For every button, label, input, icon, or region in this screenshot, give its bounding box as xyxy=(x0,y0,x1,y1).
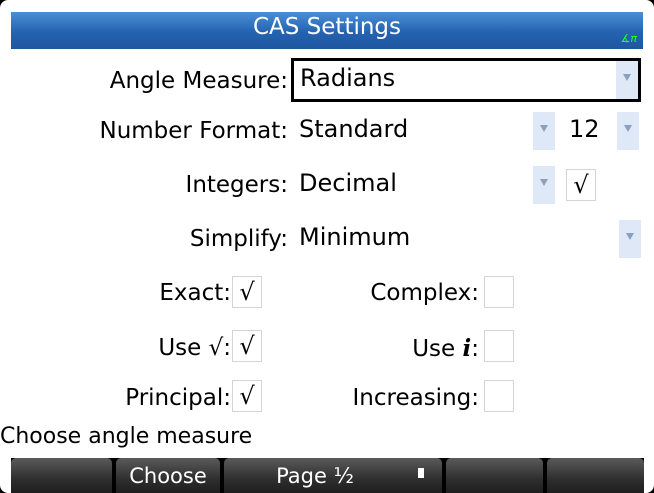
simplify-label: Simplify: xyxy=(189,226,288,252)
chevron-down-icon xyxy=(619,220,641,258)
number-format-dropdown[interactable]: Standard xyxy=(293,112,555,150)
use-i-checkbox[interactable] xyxy=(484,330,514,362)
chevron-down-icon xyxy=(533,166,555,204)
simplify-value: Minimum xyxy=(299,223,411,251)
imaginary-i-symbol: i xyxy=(462,335,472,362)
use-sqrt-checkbox[interactable]: √ xyxy=(232,330,262,362)
number-format-label: Number Format: xyxy=(99,118,288,144)
integers-label: Integers: xyxy=(185,172,288,198)
use-i-prefix: Use xyxy=(412,336,463,362)
title-bar: CAS Settings ∡π xyxy=(11,12,643,49)
principal-checkbox[interactable]: √ xyxy=(232,380,262,412)
page-down-icon xyxy=(418,468,424,478)
cas-settings-screen: CAS Settings ∡π Angle Measure: Radians N… xyxy=(0,0,654,493)
digits-dropdown[interactable]: 12 xyxy=(563,112,639,150)
soft-menu-bar: Choose Page ½ xyxy=(11,458,644,493)
chevron-down-icon xyxy=(617,112,639,150)
integers-value: Decimal xyxy=(299,169,397,197)
angle-measure-dropdown[interactable]: Radians xyxy=(291,58,641,102)
use-sqrt-label: Use √: xyxy=(158,335,231,361)
number-format-value: Standard xyxy=(299,115,409,143)
exact-label: Exact: xyxy=(159,280,231,306)
use-i-suffix: : xyxy=(471,336,479,362)
use-i-label: Use i: xyxy=(412,335,479,362)
angle-measure-label: Angle Measure: xyxy=(109,68,288,94)
complex-label: Complex: xyxy=(370,280,479,306)
choose-button[interactable]: Choose xyxy=(116,458,220,493)
simplify-dropdown[interactable]: Minimum xyxy=(293,220,641,258)
integers-dropdown[interactable]: Decimal xyxy=(293,166,555,204)
angle-mode-indicator-icon: ∡π xyxy=(620,32,637,45)
page-title: CAS Settings xyxy=(252,14,402,40)
status-help-text: Choose angle measure xyxy=(0,424,253,449)
menu-button-4[interactable] xyxy=(446,458,543,493)
chevron-down-icon xyxy=(616,61,638,99)
complex-checkbox[interactable] xyxy=(484,276,514,308)
menu-button-5[interactable] xyxy=(547,458,644,493)
menu-button-1[interactable] xyxy=(11,458,112,493)
chevron-down-icon xyxy=(533,112,555,150)
angle-measure-value: Radians xyxy=(300,64,396,92)
exact-checkbox[interactable]: √ xyxy=(232,276,262,308)
page-button[interactable]: Page ½ xyxy=(224,458,442,493)
digits-value: 12 xyxy=(569,115,600,143)
integers-checkbox[interactable]: √ xyxy=(566,169,596,201)
principal-label: Principal: xyxy=(125,385,231,411)
increasing-checkbox[interactable] xyxy=(484,380,514,412)
increasing-label: Increasing: xyxy=(352,385,480,411)
page-label: Page ½ xyxy=(276,464,354,488)
